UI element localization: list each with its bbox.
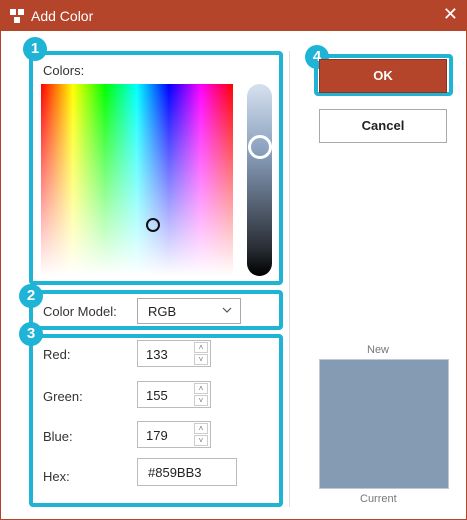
ok-button[interactable]: OK bbox=[319, 59, 447, 93]
spectrum-picker-handle[interactable] bbox=[146, 218, 160, 232]
title-bar: Add Color ✕ bbox=[1, 1, 466, 31]
color-model-value: RGB bbox=[148, 304, 177, 319]
blue-stepper[interactable]: 179 ˄ ˅ bbox=[137, 421, 211, 448]
app-icon bbox=[10, 9, 24, 23]
color-preview-swatch bbox=[319, 359, 449, 489]
green-label: Green: bbox=[43, 389, 83, 404]
new-color-label: New bbox=[367, 344, 390, 356]
hex-label: Hex: bbox=[43, 469, 70, 484]
color-model-label: Color Model: bbox=[43, 304, 117, 319]
blue-decrement[interactable]: ˅ bbox=[194, 435, 208, 446]
blue-increment[interactable]: ˄ bbox=[194, 423, 208, 434]
green-decrement[interactable]: ˅ bbox=[194, 395, 208, 406]
chevron-down-icon bbox=[222, 307, 232, 313]
add-color-dialog: Add Color ✕ 1 Colors: 2 Color Model: RGB… bbox=[0, 0, 467, 520]
red-stepper[interactable]: 133 ˄ ˅ bbox=[137, 340, 211, 367]
callout-badge-3: 3 bbox=[19, 322, 43, 346]
hex-value: #859BB3 bbox=[148, 465, 202, 480]
current-color-label: Current bbox=[360, 493, 397, 505]
green-value: 155 bbox=[146, 388, 168, 403]
color-spectrum[interactable] bbox=[41, 84, 233, 276]
close-icon[interactable]: ✕ bbox=[443, 4, 458, 25]
green-stepper[interactable]: 155 ˄ ˅ bbox=[137, 381, 211, 408]
cancel-button[interactable]: Cancel bbox=[319, 109, 447, 143]
callout-badge-2: 2 bbox=[19, 284, 43, 308]
blue-label: Blue: bbox=[43, 429, 73, 444]
callout-badge-1: 1 bbox=[23, 37, 47, 61]
red-label: Red: bbox=[43, 347, 71, 362]
colors-label: Colors: bbox=[43, 63, 85, 78]
red-increment[interactable]: ˄ bbox=[194, 342, 208, 353]
vertical-divider bbox=[289, 51, 290, 507]
color-model-select[interactable]: RGB bbox=[137, 298, 241, 324]
red-value: 133 bbox=[146, 347, 168, 362]
green-increment[interactable]: ˄ bbox=[194, 383, 208, 394]
brightness-slider[interactable] bbox=[247, 84, 272, 276]
brightness-slider-thumb[interactable] bbox=[248, 135, 272, 159]
hex-input[interactable]: #859BB3 bbox=[137, 458, 237, 486]
red-decrement[interactable]: ˅ bbox=[194, 354, 208, 365]
blue-value: 179 bbox=[146, 428, 168, 443]
window-title: Add Color bbox=[31, 8, 94, 24]
